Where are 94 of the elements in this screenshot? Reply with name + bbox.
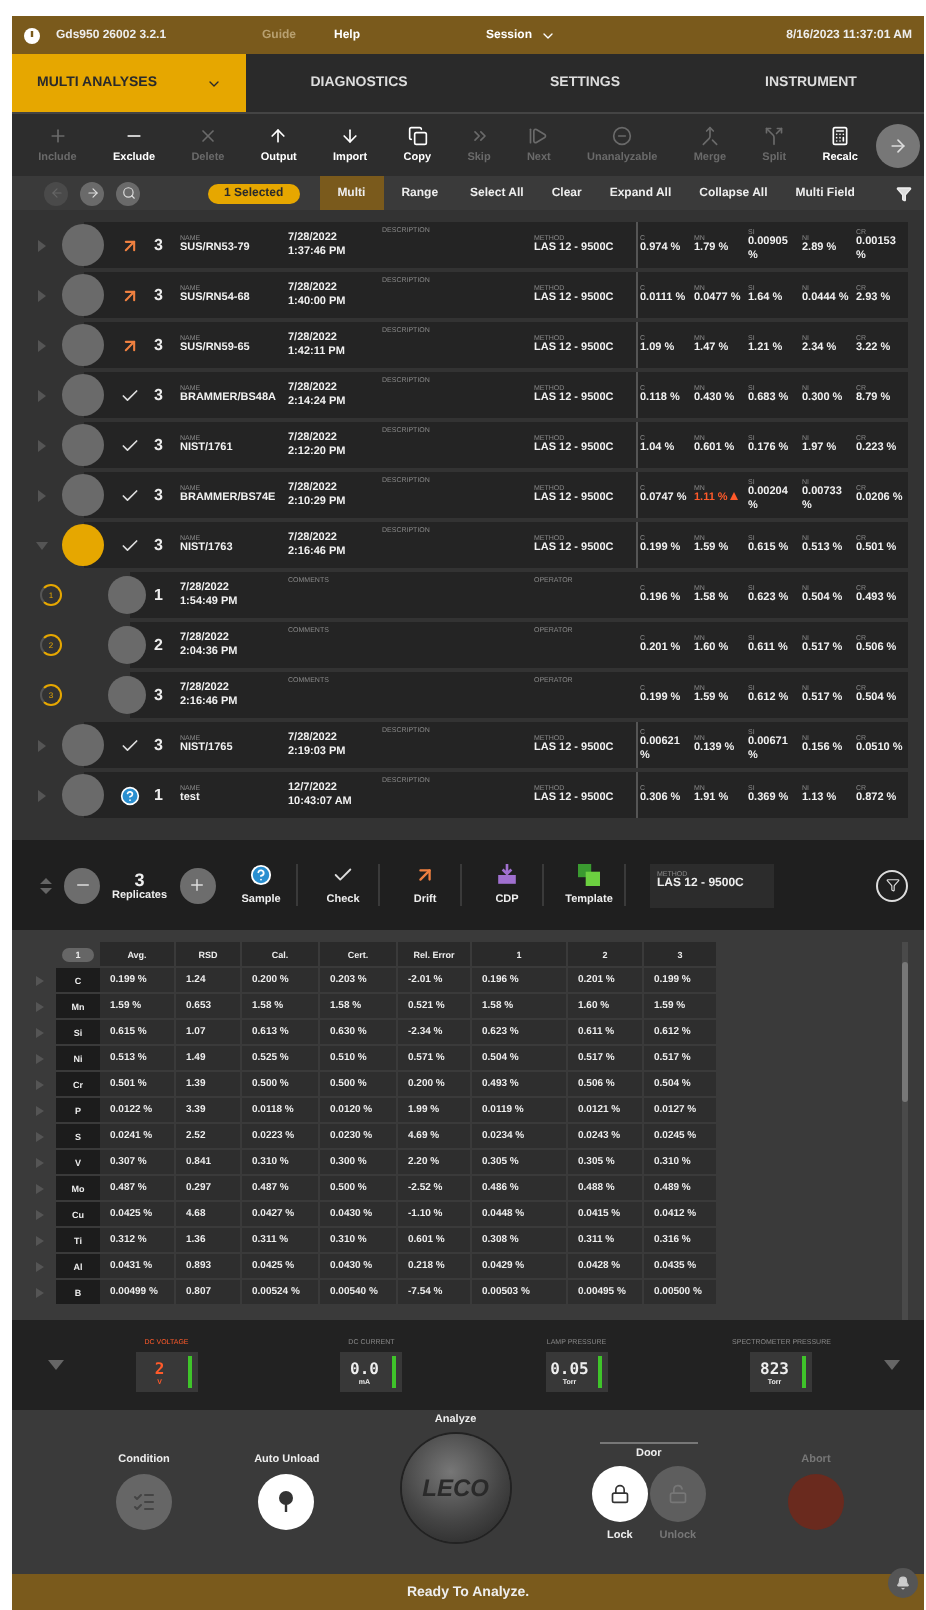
replicate-count: 3 [154, 336, 165, 354]
checklist-icon [132, 1490, 156, 1514]
replicate-row[interactable] [130, 572, 908, 618]
gauge-bar-icon [187, 1356, 192, 1388]
plus-icon [47, 126, 68, 146]
gauge-bar-icon [597, 1356, 602, 1388]
decrease-button[interactable] [64, 867, 100, 903]
replicate-count: 3 [154, 536, 165, 554]
sample-row[interactable] [84, 272, 908, 318]
tray-icon [496, 864, 519, 886]
pin-icon [278, 1490, 295, 1514]
sample-row[interactable] [84, 322, 908, 368]
filter-icon[interactable] [896, 185, 912, 201]
replicate-count: 3 [154, 486, 165, 504]
forward-button[interactable] [80, 181, 104, 205]
plus-icon [188, 876, 207, 894]
check-icon [120, 535, 140, 555]
bell-icon [896, 1576, 910, 1590]
unlocked-icon [667, 1484, 688, 1504]
sample-status-circle[interactable] [62, 524, 104, 566]
step-forward-icon [528, 126, 549, 146]
expand-arrow-icon[interactable] [36, 439, 48, 451]
reorder-icon[interactable] [40, 875, 52, 895]
lock-button[interactable] [591, 1466, 648, 1522]
gauge-bar-icon [802, 1356, 807, 1388]
replicate-row[interactable] [130, 672, 908, 718]
lock-icon [609, 1484, 630, 1504]
check-icon [332, 864, 355, 886]
sample-row[interactable] [84, 522, 908, 568]
collapse-arrow-icon[interactable] [884, 1360, 900, 1370]
split-icon [764, 126, 785, 146]
check-icon [120, 385, 140, 405]
replicate-count: 3 [154, 436, 165, 454]
question-icon [120, 785, 140, 805]
expand-arrow-icon[interactable] [36, 489, 48, 501]
gauge-bar-icon [392, 1356, 397, 1388]
warning-marker-icon [729, 492, 738, 501]
calculator-icon [830, 126, 851, 146]
right-arrow-icon [85, 186, 99, 200]
expand-arrow-icon[interactable] [36, 539, 48, 551]
power-icon [24, 27, 40, 43]
minus-circle-icon [612, 126, 633, 146]
replicate-count: 3 [154, 736, 165, 754]
copy-icon [407, 126, 428, 146]
expand-arrow-icon[interactable] [36, 739, 48, 751]
replicate-count: 3 [154, 236, 165, 254]
replicate-count: 3 [134, 869, 145, 889]
replicate-count: 1 [154, 786, 165, 804]
filter-button[interactable] [876, 869, 908, 901]
sample-row[interactable] [84, 772, 908, 818]
scroll-right-button[interactable] [876, 123, 921, 167]
replicate-number: 1 [154, 586, 165, 604]
check-icon [120, 735, 140, 755]
up-right-arrow-icon [120, 235, 140, 255]
down-arrow-icon [340, 126, 361, 146]
replicate-number: 3 [154, 686, 165, 704]
right-arrow-icon [888, 135, 909, 155]
replicate-circle[interactable] [108, 576, 146, 614]
left-arrow-icon [49, 186, 63, 200]
replicate-number: 2 [154, 636, 165, 654]
x-icon [197, 126, 218, 146]
sample-row[interactable] [84, 372, 908, 418]
search-button[interactable] [116, 181, 140, 205]
sample-row[interactable] [84, 222, 908, 268]
sample-row[interactable] [84, 472, 908, 518]
notifications-button[interactable] [888, 1568, 918, 1598]
stacked-squares-icon [578, 864, 601, 886]
expand-arrow-icon[interactable] [36, 239, 48, 251]
question-icon [250, 864, 273, 886]
filter-icon [885, 878, 899, 892]
check-icon [120, 435, 140, 455]
expand-arrow-icon[interactable] [36, 389, 48, 401]
replicate-count: 3 [154, 286, 165, 304]
increase-button[interactable] [179, 867, 216, 903]
expand-arrow-icon[interactable] [36, 339, 48, 351]
expand-arrow-icon[interactable] [36, 789, 48, 801]
replicate-count: 3 [154, 386, 165, 404]
sample-row[interactable] [84, 422, 908, 468]
up-right-arrow-icon [120, 335, 140, 355]
check-icon [120, 485, 140, 505]
search-icon [121, 186, 135, 200]
up-right-arrow-icon [120, 285, 140, 305]
collapse-arrow-icon[interactable] [48, 1360, 64, 1370]
up-right-arrow-icon [414, 864, 437, 886]
replicate-row[interactable] [130, 622, 908, 668]
double-chevron-icon [469, 126, 489, 146]
up-arrow-icon [268, 126, 289, 146]
merge-icon [699, 126, 720, 146]
auto-unload-button[interactable] [258, 1474, 315, 1530]
expand-arrow-icon[interactable] [36, 289, 48, 301]
replicate-circle[interactable] [108, 626, 146, 664]
sample-row[interactable] [84, 722, 908, 768]
condition-button[interactable] [116, 1474, 172, 1530]
replicate-circle[interactable] [108, 676, 146, 714]
